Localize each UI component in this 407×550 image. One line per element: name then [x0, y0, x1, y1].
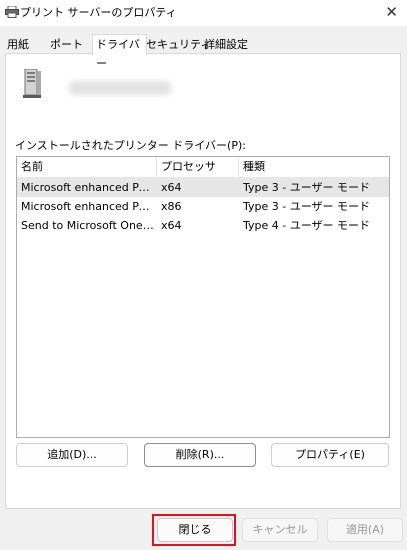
- list-item[interactable]: Microsoft enhanced Point... x86 Type 3 -…: [17, 197, 389, 216]
- drivers-panel: インストールされたプリンター ドライバー(P): 名前 プロセッサ 種類 Mic…: [5, 53, 401, 509]
- apply-button[interactable]: 適用(A): [327, 518, 403, 542]
- highlight-frame: [152, 514, 236, 546]
- remove-driver-button[interactable]: 削除(R)...: [144, 443, 256, 467]
- column-header-type[interactable]: 種類: [239, 157, 389, 177]
- list-header: 名前 プロセッサ 種類: [17, 157, 389, 178]
- driver-processor: x64: [161, 181, 182, 194]
- add-driver-button[interactable]: 追加(D)...: [16, 443, 128, 467]
- tab-strip: 用紙 ポート ドライバー セキュリティ 詳細設定: [0, 34, 407, 70]
- close-icon[interactable]: ✕: [385, 1, 398, 23]
- window-title: プリント サーバーのプロパティ: [20, 6, 177, 19]
- driver-processor: x64: [161, 219, 182, 232]
- driver-name: Microsoft enhanced Point...: [21, 181, 155, 194]
- tab-paper[interactable]: 用紙: [7, 36, 29, 53]
- column-header-name[interactable]: 名前: [17, 157, 157, 177]
- drivers-list[interactable]: 名前 プロセッサ 種類 Microsoft enhanced Point... …: [16, 156, 390, 438]
- driver-properties-button[interactable]: プロパティ(E): [271, 443, 389, 467]
- driver-type: Type 4 - ユーザー モード: [243, 219, 370, 232]
- tab-security[interactable]: セキュリティ: [146, 36, 211, 53]
- column-header-processor[interactable]: プロセッサ: [157, 157, 239, 177]
- tab-advanced[interactable]: 詳細設定: [204, 36, 248, 53]
- printer-icon: [5, 6, 19, 18]
- driver-processor: x86: [161, 200, 182, 213]
- driver-name: Microsoft enhanced Point...: [21, 200, 155, 213]
- driver-name: Send to Microsoft OneN...: [21, 219, 155, 232]
- server-name: [68, 81, 172, 95]
- installed-drivers-label: インストールされたプリンター ドライバー(P):: [15, 139, 246, 152]
- print-server-icon: [23, 69, 41, 98]
- tab-drivers[interactable]: ドライバー: [92, 34, 147, 70]
- driver-type: Type 3 - ユーザー モード: [243, 181, 370, 194]
- cancel-button[interactable]: キャンセル: [242, 518, 318, 542]
- title-bar: プリント サーバーのプロパティ ✕: [0, 0, 407, 26]
- list-item[interactable]: Microsoft enhanced Point... x64 Type 3 -…: [17, 178, 389, 197]
- tab-ports[interactable]: ポート: [50, 36, 83, 53]
- driver-type: Type 3 - ユーザー モード: [243, 200, 370, 213]
- list-item[interactable]: Send to Microsoft OneN... x64 Type 4 - ユ…: [17, 216, 389, 235]
